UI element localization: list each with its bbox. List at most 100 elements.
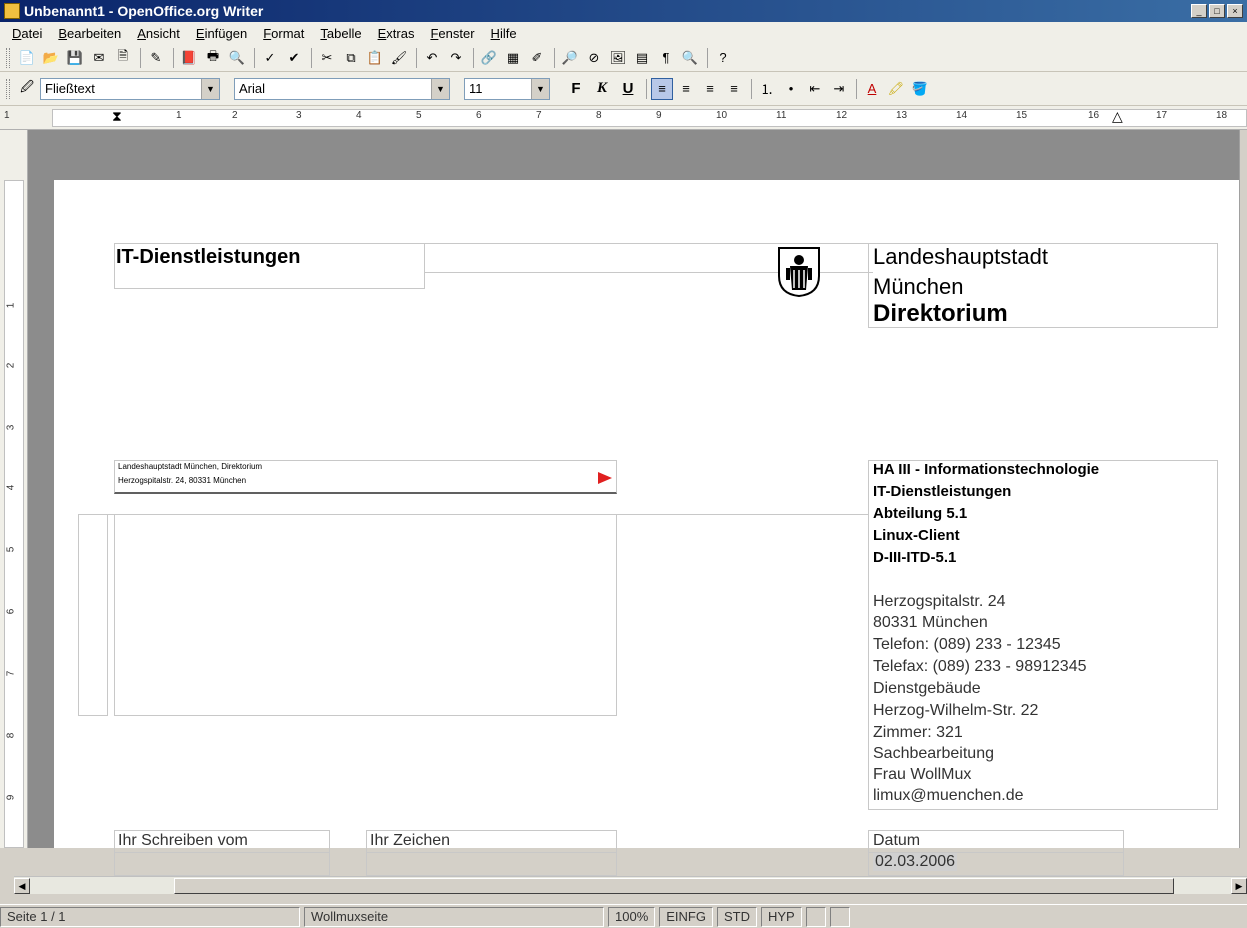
horizontal-scrollbar[interactable]: ◀ ▶: [14, 876, 1247, 894]
edit-file-icon[interactable]: ✎: [145, 47, 167, 69]
highlight-icon[interactable]: 🖍: [885, 78, 907, 100]
insert-mode[interactable]: EINFG: [659, 906, 713, 927]
undo-icon[interactable]: ↶: [421, 47, 443, 69]
page-style[interactable]: Wollmuxseite: [304, 906, 604, 927]
bullets-icon[interactable]: •: [780, 78, 802, 100]
menu-hilfe[interactable]: Hilfe: [483, 26, 525, 41]
scroll-left-icon[interactable]: ◀: [14, 878, 30, 894]
copy-icon[interactable]: ⧉: [340, 47, 362, 69]
hyperlink-icon[interactable]: 🔗: [478, 47, 500, 69]
contact-address-line: Frau WollMux: [873, 766, 972, 783]
vertical-ruler-tick: 8: [5, 732, 17, 739]
export-pdf-icon[interactable]: 📕: [178, 47, 200, 69]
toolbar-separator: [707, 47, 708, 68]
menu-bearbeiten[interactable]: Bearbeiten: [50, 26, 129, 41]
toolbar-grip[interactable]: [6, 47, 10, 68]
navigator-icon[interactable]: ⊘: [583, 47, 605, 69]
recipient-address-frame[interactable]: [114, 514, 617, 716]
contact-email: limux@muenchen.de: [873, 787, 1024, 804]
right-indent-marker-icon[interactable]: △: [1112, 108, 1123, 125]
menu-datei[interactable]: Datei: [4, 26, 50, 41]
styles-formatting-icon[interactable]: 🖉: [16, 78, 38, 100]
window-controls: _ □ ×: [1191, 4, 1243, 18]
city-name-line1: Landeshauptstadt: [873, 244, 1048, 269]
decrease-indent-icon[interactable]: ⇤: [804, 78, 826, 100]
page-preview-icon[interactable]: 🔍: [226, 47, 248, 69]
standard-toolbar: 📄 📂 💾 ✉ 🗎 ✎ 📕 🖶 🔍 ✓ ✔ ✂ ⧉ 📋 🖌 ↶ ↷ 🔗 ▦ ✐ …: [0, 44, 1247, 72]
menu-format[interactable]: Format: [255, 26, 312, 41]
page-indicator: Seite 1 / 1: [0, 906, 300, 927]
scroll-right-icon[interactable]: ▶: [1231, 878, 1247, 894]
zoom-icon[interactable]: 🔍: [679, 47, 701, 69]
redo-icon[interactable]: ↷: [445, 47, 467, 69]
ruler-tick: 5: [416, 110, 422, 121]
vertical-ruler-tick: 9: [5, 794, 17, 801]
nonprinting-characters-icon[interactable]: ¶: [655, 47, 677, 69]
help-icon[interactable]: ?: [712, 47, 734, 69]
align-right-icon[interactable]: ≡: [699, 78, 721, 100]
ruler-tick: 14: [956, 110, 968, 121]
minimize-button[interactable]: _: [1191, 4, 1207, 18]
print-icon[interactable]: 🖶: [202, 47, 224, 69]
justify-icon[interactable]: ≡: [723, 78, 745, 100]
auto-spellcheck-icon[interactable]: ✔: [283, 47, 305, 69]
close-button[interactable]: ×: [1227, 4, 1243, 18]
table-icon[interactable]: ▦: [502, 47, 524, 69]
save-icon[interactable]: 💾: [64, 47, 86, 69]
toolbar-separator: [646, 78, 647, 99]
show-draw-functions-icon[interactable]: ✐: [526, 47, 548, 69]
left-indent-marker-icon[interactable]: ⧗: [112, 108, 122, 125]
toolbar-separator: [473, 47, 474, 68]
format-paintbrush-icon[interactable]: 🖌: [388, 47, 410, 69]
font-size-select[interactable]: 11 ▼: [464, 77, 550, 100]
numbering-icon[interactable]: ⒈: [756, 78, 778, 100]
menu-fenster[interactable]: Fenster: [422, 26, 482, 41]
underline-button[interactable]: U: [616, 80, 640, 97]
paragraph-style-value: Fließtext: [45, 81, 95, 96]
email-icon[interactable]: ✉: [88, 47, 110, 69]
vertical-scrollbar[interactable]: [1239, 130, 1247, 848]
your-letter-label: Ihr Schreiben vom: [118, 832, 248, 849]
ruler-tick: 2: [232, 110, 238, 121]
chevron-down-icon[interactable]: ▼: [431, 78, 449, 99]
menu-tabelle[interactable]: Tabelle: [312, 26, 369, 41]
chevron-down-icon[interactable]: ▼: [201, 78, 219, 99]
align-left-icon[interactable]: ≡: [651, 77, 673, 100]
hyperlink-mode[interactable]: HYP: [760, 906, 802, 927]
increase-indent-icon[interactable]: ⇥: [828, 78, 850, 100]
maximize-button[interactable]: □: [1209, 4, 1225, 18]
ruler-tick: 17: [1156, 110, 1168, 121]
align-center-icon[interactable]: ≡: [675, 78, 697, 100]
ruler-tick: 4: [356, 110, 362, 121]
data-sources-icon[interactable]: ▤: [631, 47, 653, 69]
vertical-ruler[interactable]: 1 2 3 4 5 6 7 8 9: [0, 130, 28, 848]
font-color-icon[interactable]: A: [861, 78, 883, 100]
toolbar-grip[interactable]: [6, 78, 10, 99]
paste-icon[interactable]: 📋: [364, 47, 386, 69]
gallery-icon[interactable]: 🖼: [607, 47, 629, 69]
find-replace-icon[interactable]: 🔎: [559, 47, 581, 69]
document-as-email-icon[interactable]: 🗎: [112, 47, 134, 69]
chevron-down-icon[interactable]: ▼: [531, 78, 549, 99]
bold-button[interactable]: F: [564, 80, 588, 97]
cut-icon[interactable]: ✂: [316, 47, 338, 69]
italic-button[interactable]: K: [590, 80, 614, 97]
date-value[interactable]: 02.03.2006: [873, 853, 958, 871]
new-document-icon[interactable]: 📄: [16, 47, 38, 69]
font-name-select[interactable]: Arial ▼: [234, 77, 450, 100]
paragraph-style-select[interactable]: Fließtext ▼: [40, 77, 220, 100]
selection-mode[interactable]: STD: [716, 906, 757, 927]
menu-einfuegen[interactable]: Einfügen: [188, 26, 255, 41]
office-name: Direktorium: [873, 300, 1008, 327]
menu-extras[interactable]: Extras: [370, 26, 423, 41]
contact-dept-line: Linux-Client: [873, 527, 960, 544]
open-icon[interactable]: 📂: [40, 47, 62, 69]
spellcheck-icon[interactable]: ✓: [259, 47, 281, 69]
department-title: IT-Dienstleistungen: [116, 246, 301, 268]
scrollbar-thumb[interactable]: [174, 878, 1174, 894]
background-color-icon[interactable]: 🪣: [909, 78, 931, 100]
munich-crest-icon: [778, 247, 820, 298]
zoom-level[interactable]: 100%: [608, 906, 656, 927]
horizontal-ruler[interactable]: 1 ⧗ 1 2 3 4 5 6 7 8 9 10 11 12 13 14 15 …: [0, 106, 1247, 130]
menu-ansicht[interactable]: Ansicht: [129, 26, 188, 41]
